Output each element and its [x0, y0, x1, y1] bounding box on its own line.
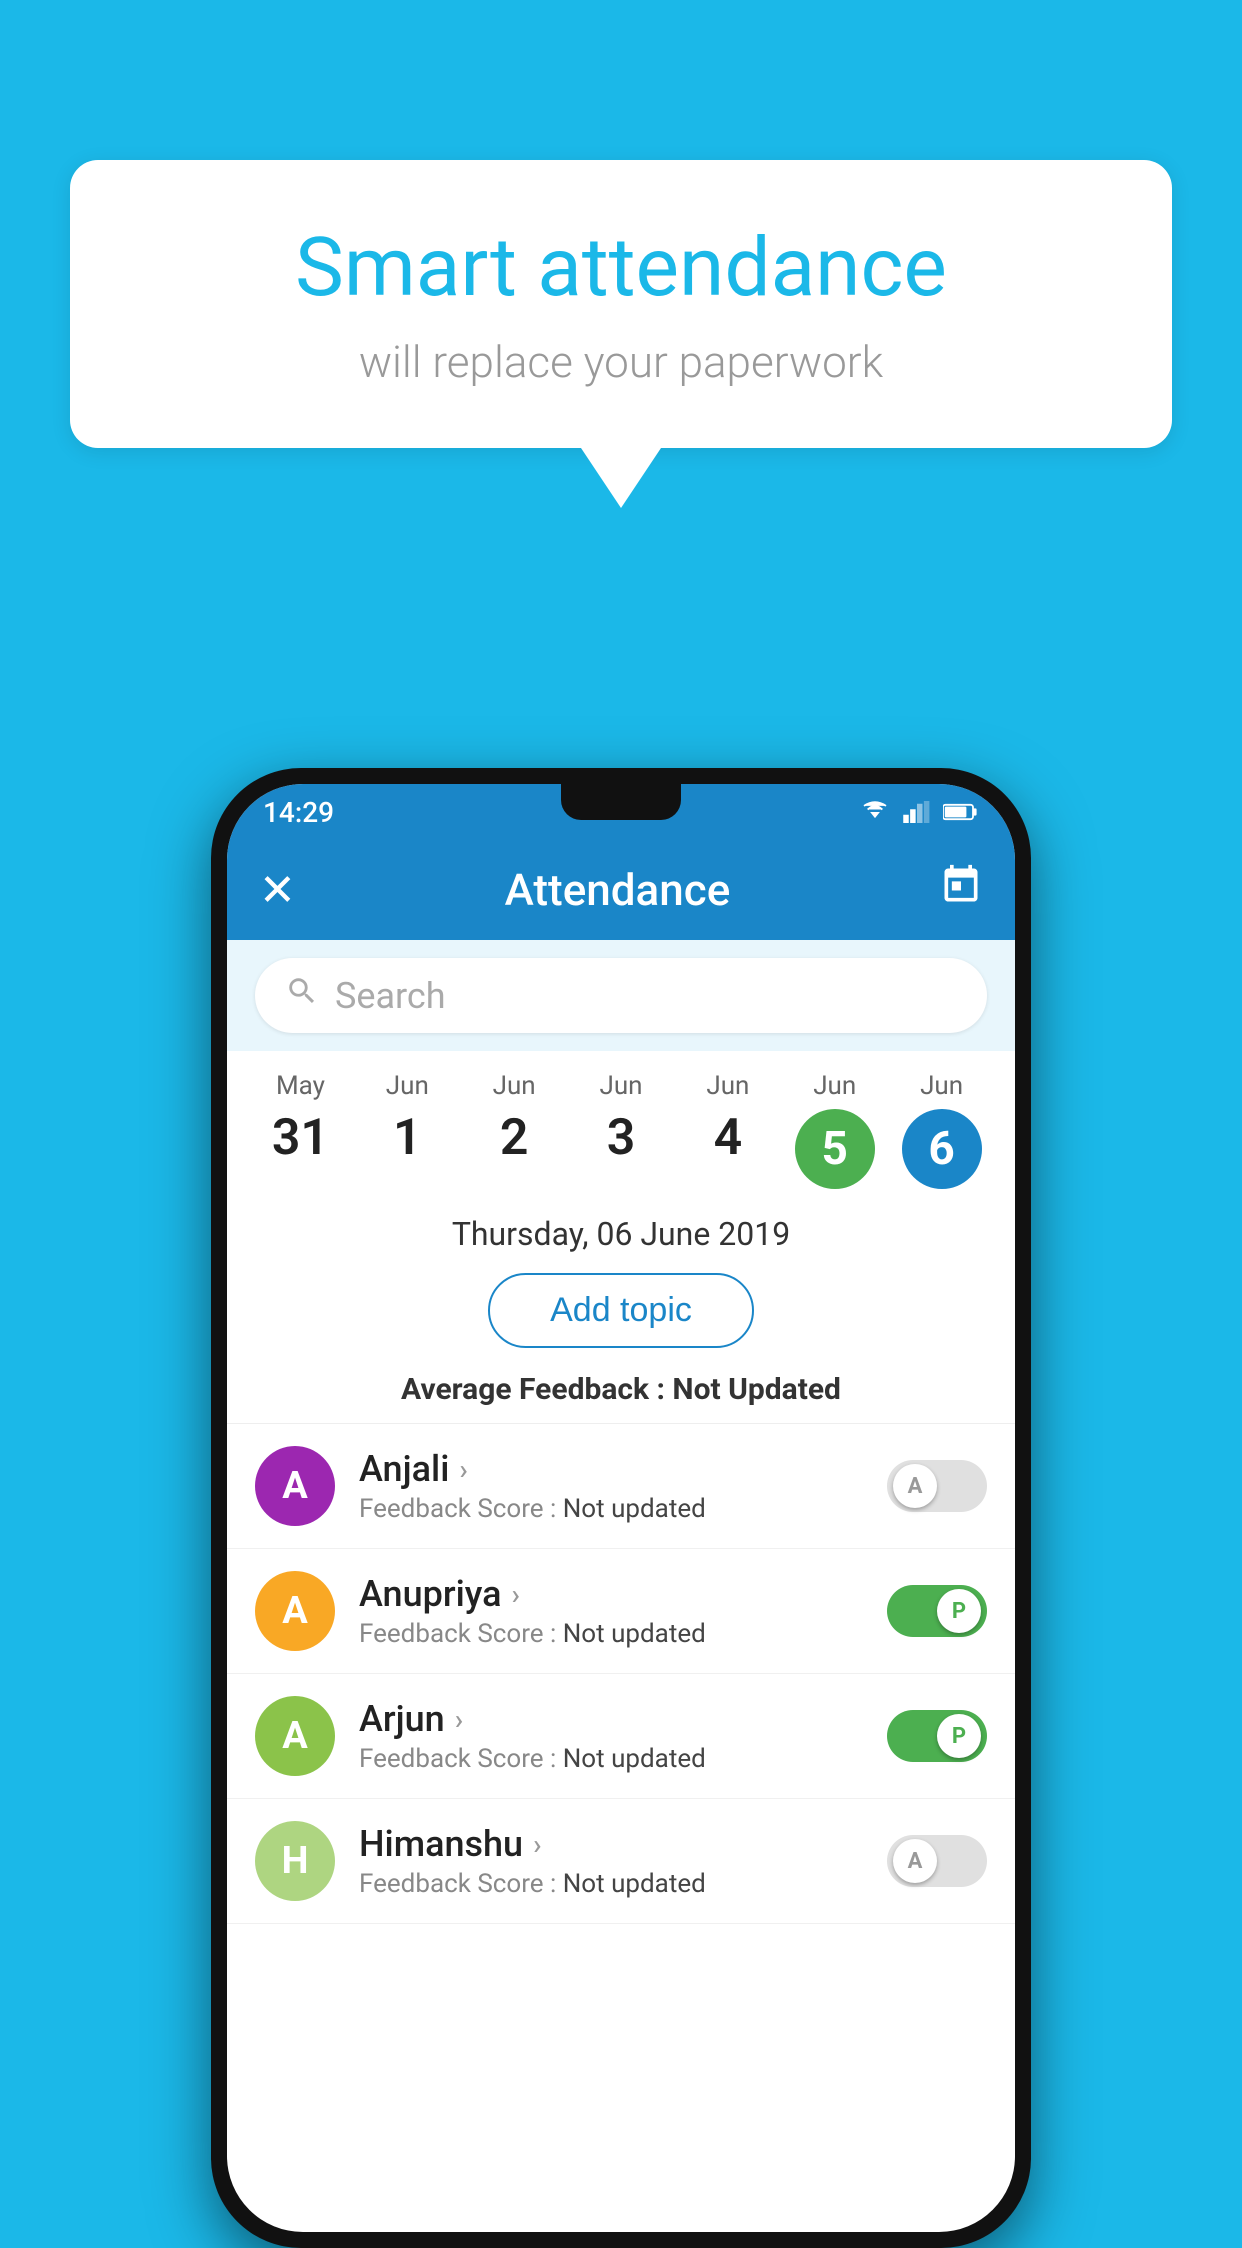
date-month-label: Jun — [813, 1071, 856, 1101]
student-list: AAnjali ›Feedback Score : Not updatedAAA… — [227, 1424, 1015, 1924]
avg-feedback: Average Feedback : Not Updated — [227, 1362, 1015, 1424]
selected-date-text: Thursday, 06 June 2019 — [227, 1215, 1015, 1253]
date-month-label: Jun — [386, 1071, 429, 1101]
toggle-switch[interactable]: P — [887, 1585, 987, 1637]
date-number: 1 — [393, 1109, 422, 1167]
student-score: Feedback Score : Not updated — [359, 1494, 863, 1524]
date-month-label: Jun — [599, 1071, 642, 1101]
signal-icon — [903, 801, 931, 823]
avatar: A — [255, 1571, 335, 1651]
close-icon[interactable]: ✕ — [259, 864, 296, 916]
date-number: 5 — [822, 1122, 848, 1176]
date-col[interactable]: Jun 4 — [674, 1071, 781, 1167]
student-score: Feedback Score : Not updated — [359, 1869, 863, 1899]
speech-bubble-title: Smart attendance — [150, 220, 1092, 316]
search-placeholder: Search — [335, 975, 446, 1017]
status-icons — [859, 801, 979, 823]
student-info: Anupriya › Feedback Score : Not updated — [359, 1573, 863, 1649]
toggle-knob: P — [937, 1589, 981, 1633]
date-month-label: May — [276, 1071, 325, 1101]
date-month-label: Jun — [920, 1071, 963, 1101]
student-score: Feedback Score : Not updated — [359, 1744, 863, 1774]
toggle-switch[interactable]: P — [887, 1710, 987, 1762]
student-name: Himanshu › — [359, 1823, 863, 1865]
chevron-right-icon: › — [455, 1703, 463, 1736]
student-item[interactable]: A Anjali › Feedback Score : Not updated A — [227, 1424, 1015, 1549]
search-icon — [285, 974, 319, 1017]
student-info: Anjali › Feedback Score : Not updated — [359, 1448, 863, 1524]
app-bar: ✕ Attendance — [227, 840, 1015, 940]
battery-icon — [943, 801, 979, 823]
student-name: Arjun › — [359, 1698, 863, 1740]
date-month-label: Jun — [706, 1071, 749, 1101]
date-col[interactable]: Jun 5 — [781, 1071, 888, 1189]
date-month-label: Jun — [493, 1071, 536, 1101]
avg-feedback-value: Not Updated — [672, 1372, 841, 1407]
selected-date-row: Thursday, 06 June 2019 — [227, 1199, 1015, 1259]
student-item[interactable]: H Himanshu › Feedback Score : Not updated A — [227, 1799, 1015, 1924]
date-col[interactable]: Jun 2 — [461, 1071, 568, 1167]
status-bar: 14:29 — [227, 784, 1015, 840]
toggle-knob: A — [893, 1839, 937, 1883]
date-number: 3 — [607, 1109, 636, 1167]
toggle-switch[interactable]: A — [887, 1460, 987, 1512]
date-col[interactable]: Jun 6 — [888, 1071, 995, 1189]
add-topic-button[interactable]: Add topic — [488, 1273, 754, 1348]
chevron-right-icon: › — [533, 1828, 541, 1861]
attendance-toggle[interactable]: P — [887, 1585, 987, 1637]
student-name: Anupriya › — [359, 1573, 863, 1615]
search-bar-wrapper: Search — [227, 940, 1015, 1051]
date-col[interactable]: Jun 1 — [354, 1071, 461, 1167]
student-item[interactable]: A Arjun › Feedback Score : Not updated P — [227, 1674, 1015, 1799]
date-number: 6 — [928, 1122, 954, 1176]
speech-bubble-arrow — [581, 448, 661, 508]
search-bar[interactable]: Search — [255, 958, 987, 1033]
chevron-right-icon: › — [459, 1453, 467, 1486]
toggle-knob: A — [893, 1464, 937, 1508]
date-number: 4 — [714, 1109, 743, 1167]
add-topic-wrapper: Add topic — [227, 1259, 1015, 1362]
date-col[interactable]: Jun 3 — [568, 1071, 675, 1167]
attendance-toggle[interactable]: P — [887, 1710, 987, 1762]
speech-bubble: Smart attendance will replace your paper… — [70, 160, 1172, 448]
avatar: A — [255, 1446, 335, 1526]
date-number: 2 — [500, 1109, 529, 1167]
avg-feedback-label: Average Feedback : — [401, 1372, 672, 1407]
student-name: Anjali › — [359, 1448, 863, 1490]
chevron-right-icon: › — [512, 1578, 520, 1611]
phone-inner: 14:29 — [227, 784, 1015, 2232]
date-col[interactable]: May 31 — [247, 1071, 354, 1167]
calendar-icon[interactable] — [939, 863, 983, 918]
score-value: Not updated — [563, 1619, 706, 1649]
student-item[interactable]: A Anupriya › Feedback Score : Not updated P — [227, 1549, 1015, 1674]
wifi-icon — [859, 801, 891, 823]
date-row: May 31 Jun 1 Jun 2 Jun 3 Jun 4 Jun 5 Jun 6 — [227, 1051, 1015, 1199]
speech-bubble-subtitle: will replace your paperwork — [150, 336, 1092, 388]
avatar: H — [255, 1821, 335, 1901]
app-title: Attendance — [505, 864, 731, 916]
notch — [561, 784, 681, 820]
student-info: Himanshu › Feedback Score : Not updated — [359, 1823, 863, 1899]
avatar: A — [255, 1696, 335, 1776]
attendance-toggle[interactable]: A — [887, 1835, 987, 1887]
phone-frame: 14:29 — [211, 768, 1031, 2248]
status-time: 14:29 — [263, 796, 334, 829]
attendance-toggle[interactable]: A — [887, 1460, 987, 1512]
student-info: Arjun › Feedback Score : Not updated — [359, 1698, 863, 1774]
score-value: Not updated — [563, 1744, 706, 1774]
date-number: 31 — [272, 1109, 329, 1167]
toggle-switch[interactable]: A — [887, 1835, 987, 1887]
score-value: Not updated — [563, 1869, 706, 1899]
speech-bubble-container: Smart attendance will replace your paper… — [70, 160, 1172, 508]
toggle-knob: P — [937, 1714, 981, 1758]
score-value: Not updated — [563, 1494, 706, 1524]
student-score: Feedback Score : Not updated — [359, 1619, 863, 1649]
